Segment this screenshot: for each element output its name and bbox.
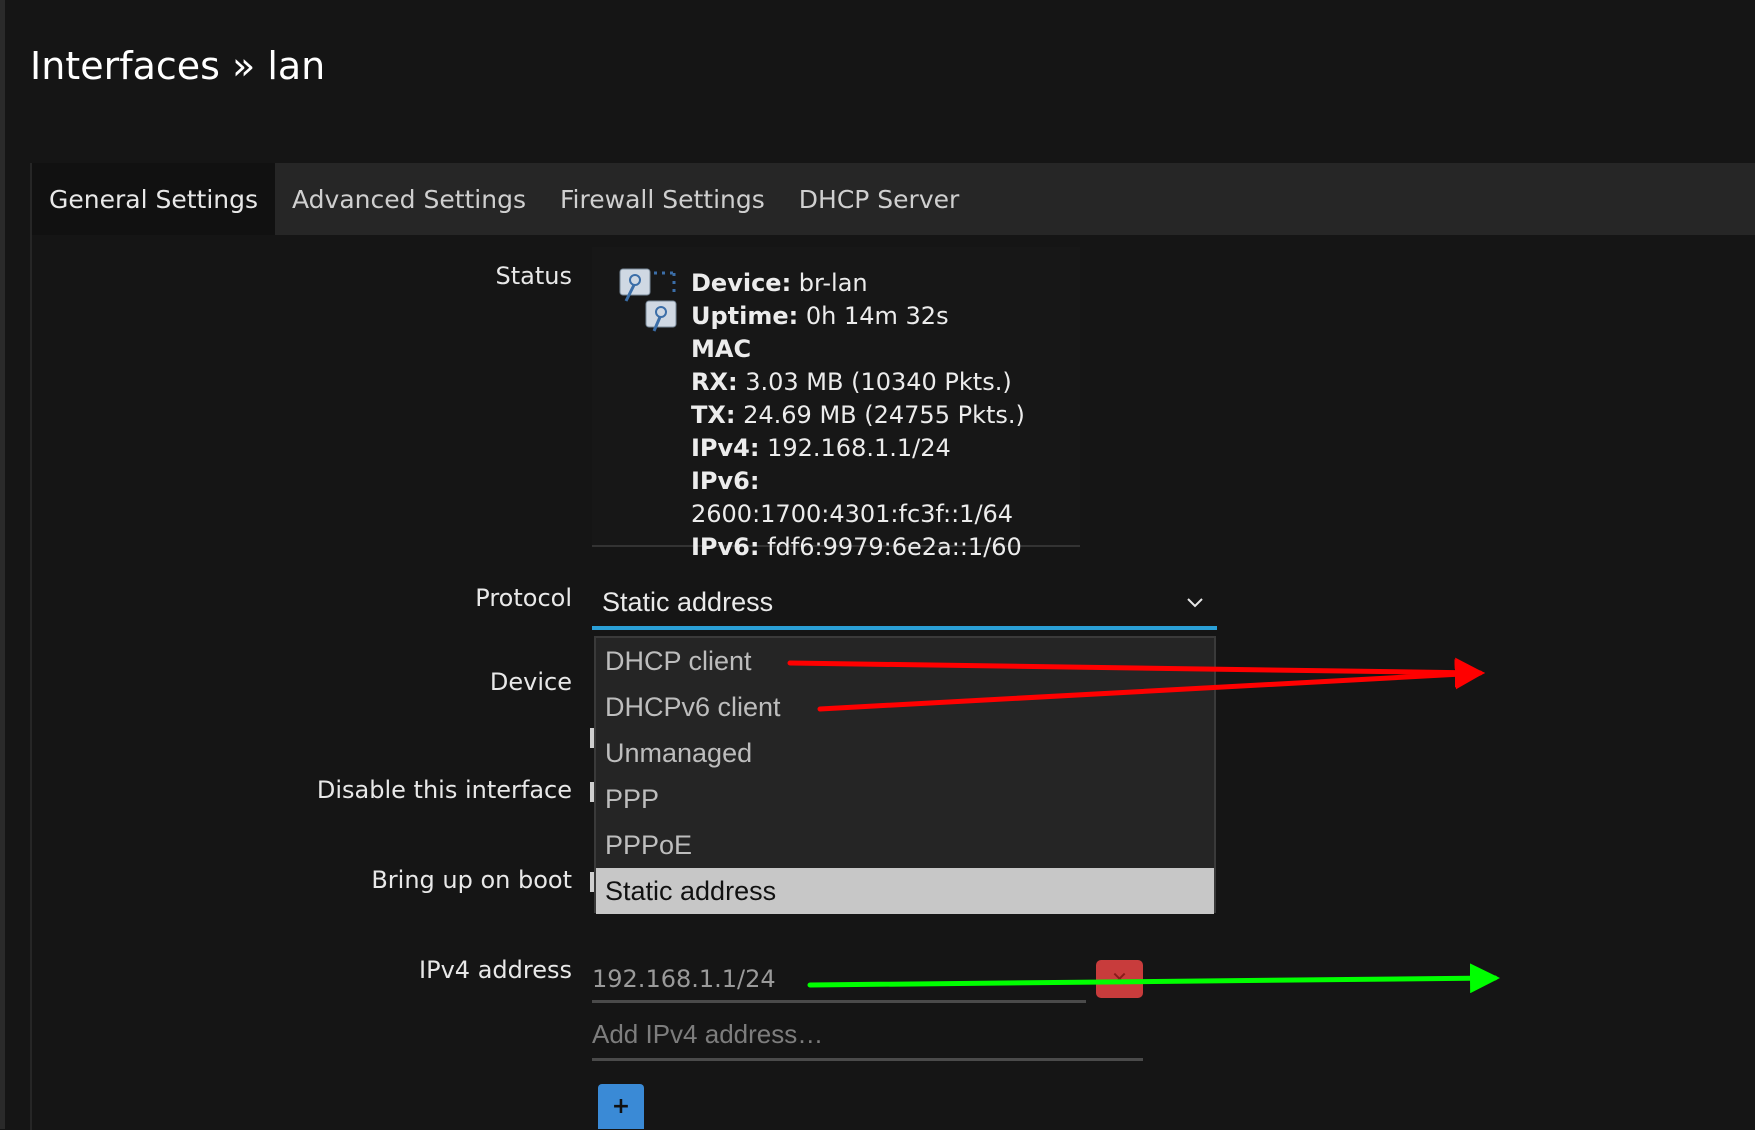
option-unmanaged[interactable]: Unmanaged [596, 730, 1214, 776]
ipv4-address-value[interactable]: 192.168.1.1/24 [592, 958, 1086, 1003]
network-bridge-icon [619, 268, 677, 332]
window-edge [0, 0, 5, 1129]
tab-general-settings[interactable]: General Settings [32, 163, 276, 235]
protocol-label: Protocol [475, 584, 572, 612]
tab-dhcp-server[interactable]: DHCP Server [782, 163, 977, 235]
status-mac: MAC [691, 335, 752, 363]
chevron-down-icon [1187, 598, 1203, 608]
protocol-select[interactable]: Static address [592, 578, 1217, 630]
protocol-dropdown-list: DHCP client DHCPv6 client Unmanaged PPP … [594, 636, 1216, 914]
boot-checkbox-edge[interactable] [590, 872, 594, 892]
tab-bar: General Settings Advanced Settings Firew… [32, 163, 1755, 235]
tab-advanced-settings[interactable]: Advanced Settings [275, 163, 543, 235]
bring-up-on-boot-label: Bring up on boot [371, 866, 572, 894]
add-ipv4-button[interactable]: + [598, 1084, 644, 1129]
status-ipv6-ula: IPv6: fdf6:9979:6e2a::1/60 [691, 533, 1022, 561]
option-dhcp-client[interactable]: DHCP client [596, 638, 1214, 684]
status-device: Device: br-lan [691, 269, 868, 297]
status-ipv6-global: IPv6: 2600:1700:4301:fc3f::1/64 [691, 467, 1014, 528]
disable-checkbox-edge[interactable] [590, 782, 594, 802]
status-tx: TX: 24.69 MB (24755 Pkts.) [691, 401, 1025, 429]
tab-firewall-settings[interactable]: Firewall Settings [543, 163, 782, 235]
status-ipv4: IPv4: 192.168.1.1/24 [691, 434, 951, 462]
add-ipv4-input[interactable]: Add IPv4 address… [592, 1010, 1143, 1061]
option-pppoe[interactable]: PPPoE [596, 822, 1214, 868]
close-icon: ✕ [1111, 967, 1128, 991]
option-dhcpv6-client[interactable]: DHCPv6 client [596, 684, 1214, 730]
status-details: Device: br-lan Uptime: 0h 14m 32s MAC RX… [691, 267, 1080, 564]
device-select-edge [590, 728, 594, 748]
status-label: Status [495, 262, 572, 290]
ipv4-address-label: IPv4 address [419, 956, 572, 984]
protocol-selected-value: Static address [602, 586, 774, 617]
status-box: Device: br-lan Uptime: 0h 14m 32s MAC RX… [592, 247, 1080, 561]
disable-interface-label: Disable this interface [316, 776, 572, 804]
device-label: Device [489, 668, 572, 696]
status-rx: RX: 3.03 MB (10340 Pkts.) [691, 368, 1012, 396]
page-title: Interfaces » lan [30, 44, 326, 88]
remove-ipv4-button[interactable]: ✕ [1096, 960, 1143, 998]
status-uptime: Uptime: 0h 14m 32s [691, 302, 949, 330]
option-static-address[interactable]: Static address [596, 868, 1214, 914]
option-ppp[interactable]: PPP [596, 776, 1214, 822]
